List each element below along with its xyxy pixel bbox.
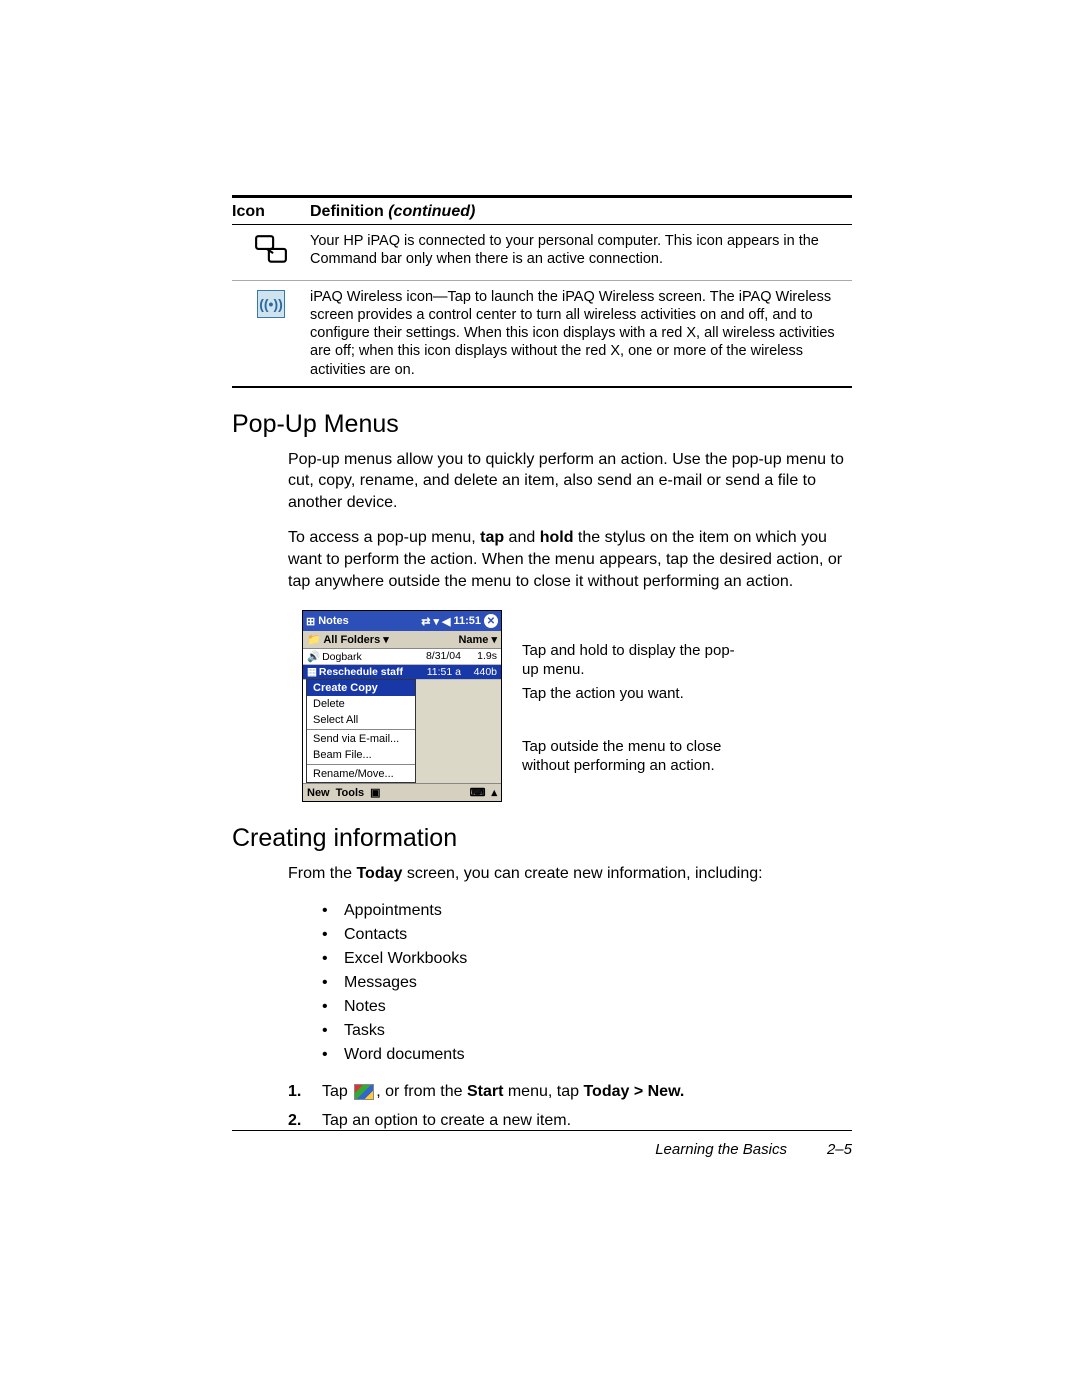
all-folders-dropdown: 📁 All Folders ▾ — [307, 633, 389, 646]
page-footer: Learning the Basics 2–5 — [232, 1130, 852, 1158]
table-header-row: Icon Definition (continued) — [232, 195, 852, 225]
heading-creating-information: Creating information — [232, 824, 852, 853]
sync-status-icon: ⇄ — [421, 615, 430, 628]
table-row: ((•)) iPAQ Wireless icon—Tap to launch t… — [232, 281, 852, 388]
footer-section-title: Learning the Basics — [655, 1141, 787, 1158]
start-flag-icon — [354, 1084, 374, 1100]
header-icon: Icon — [232, 203, 310, 221]
heading-popup-menus: Pop-Up Menus — [232, 410, 852, 439]
table-row: Your HP iPAQ is connected to your person… — [232, 225, 852, 281]
callout-tap-action: Tap the action you want. — [522, 685, 684, 704]
step-1: 1. Tap , or from the Start menu, tap Tod… — [288, 1079, 852, 1105]
new-button: New — [307, 787, 330, 799]
table-cell-text: Your HP iPAQ is connected to your person… — [310, 232, 852, 273]
pda-screenshot: ⊞ Notes ⇄ ▾ ◀ 11:51 ✕ 📁 All Folders ▾ Na… — [302, 610, 502, 802]
pda-subbar: 📁 All Folders ▾ Name ▾ — [303, 631, 501, 649]
paragraph: Pop-up menus allow you to quickly perfor… — [288, 449, 852, 514]
menu-item-beam-file: Beam File... — [307, 747, 415, 763]
speaker-icon: ◀ — [442, 615, 450, 628]
note-icon: ▦ — [307, 666, 317, 678]
pda-bottom-bar: New Tools ▣ ⌨ ▴ — [303, 783, 501, 801]
start-flag-icon: ⊞ — [306, 615, 315, 628]
menu-item-create-copy: Create Copy — [307, 680, 415, 696]
list-item: Tasks — [322, 1019, 852, 1043]
close-icon: ✕ — [484, 614, 498, 628]
callout-labels: Tap and hold to display the pop-up menu.… — [522, 610, 742, 802]
tools-button: Tools — [336, 787, 365, 799]
icon-definition-table: Icon Definition (continued) Your HP iPAQ… — [232, 195, 852, 388]
wireless-icon: ((•)) — [232, 288, 310, 379]
list-item: Excel Workbooks — [322, 947, 852, 971]
numbered-steps: 1. Tap , or from the Start menu, tap Tod… — [288, 1079, 852, 1134]
list-item: Word documents — [322, 1043, 852, 1067]
list-item: Contacts — [322, 923, 852, 947]
list-item: Messages — [322, 971, 852, 995]
info-bullet-list: Appointments Contacts Excel Workbooks Me… — [322, 899, 852, 1067]
menu-item-rename: Rename/Move... — [307, 766, 415, 782]
audio-note-icon: 🔊 — [307, 650, 320, 663]
clock-text: 11:51 — [453, 615, 481, 627]
menu-item-send-email: Send via E-mail... — [307, 731, 415, 747]
paragraph: From the Today screen, you can create ne… — [288, 863, 852, 885]
callout-tap-hold: Tap and hold to display the pop-up menu. — [522, 642, 742, 680]
footer-page-number: 2–5 — [827, 1141, 852, 1158]
sync-icon — [232, 232, 310, 273]
pda-titlebar: ⊞ Notes ⇄ ▾ ◀ 11:51 ✕ — [303, 611, 501, 631]
header-definition: Definition (continued) — [310, 203, 475, 221]
signal-icon: ▾ — [433, 615, 439, 628]
name-column-dropdown: Name ▾ — [458, 633, 497, 646]
pda-app-title: Notes — [318, 615, 349, 627]
paragraph: To access a pop-up menu, tap and hold th… — [288, 527, 852, 592]
screenshot-with-callouts: ⊞ Notes ⇄ ▾ ◀ 11:51 ✕ 📁 All Folders ▾ Na… — [302, 610, 852, 802]
recording-icon: ▣ — [370, 786, 380, 799]
context-menu: Create Copy Delete Select All Send via E… — [306, 679, 416, 783]
menu-item-delete: Delete — [307, 696, 415, 712]
list-item: 🔊Dogbark 8/31/04 1.9s — [303, 649, 501, 665]
pda-body-area — [416, 680, 501, 783]
table-cell-text: iPAQ Wireless icon—Tap to launch the iPA… — [310, 288, 852, 379]
list-item: Appointments — [322, 899, 852, 923]
menu-item-select-all: Select All — [307, 712, 415, 728]
list-item-selected: ▦Reschedule staff 11:51 a 440b — [303, 665, 501, 680]
keyboard-icon: ⌨ — [470, 786, 486, 799]
callout-tap-outside: Tap outside the menu to close without pe… — [522, 738, 742, 776]
up-arrow-icon: ▴ — [491, 786, 497, 799]
list-item: Notes — [322, 995, 852, 1019]
